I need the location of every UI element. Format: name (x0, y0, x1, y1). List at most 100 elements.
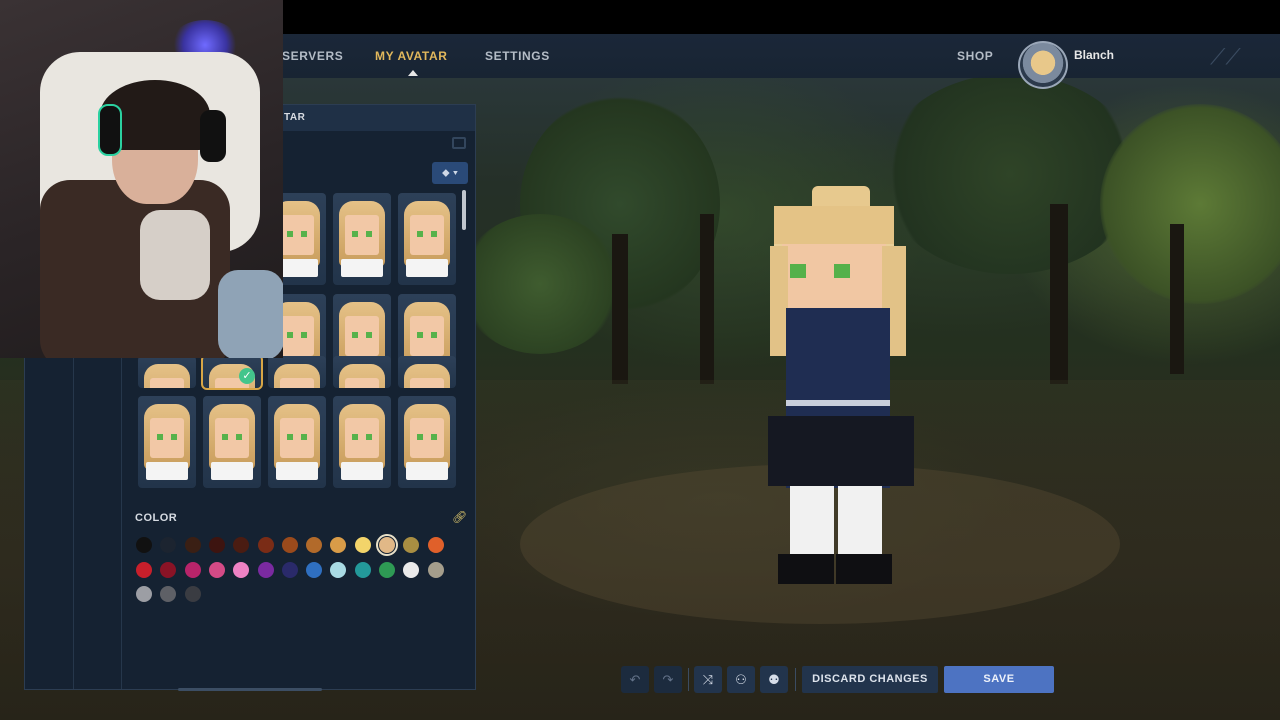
toolbar-divider (688, 668, 689, 691)
color-swatch[interactable] (184, 537, 201, 553)
tree-trunk (700, 214, 714, 384)
avatar-bangs (774, 206, 894, 244)
hair-style-option[interactable] (138, 356, 196, 388)
eye-preview (417, 231, 423, 237)
face-preview (410, 316, 444, 356)
color-swatch[interactable] (306, 561, 323, 578)
hair-style-option[interactable] (333, 356, 391, 388)
avatar-character-preview[interactable] (760, 186, 920, 596)
avatar-gloves-skirt (768, 416, 914, 486)
hair-style-option[interactable] (398, 193, 456, 285)
wardrobe-icon: ⚇ (735, 672, 747, 687)
shirt-preview (341, 259, 383, 277)
shirt-preview (211, 462, 253, 480)
link-icon[interactable]: 🔗︎ (452, 510, 467, 524)
color-swatch[interactable] (379, 561, 395, 578)
eye-preview (352, 231, 358, 237)
shirt-preview (406, 462, 448, 480)
color-swatch[interactable] (376, 534, 398, 556)
eye-preview (366, 434, 372, 440)
face-preview (345, 378, 379, 388)
face-preview (280, 316, 314, 356)
scrollbar[interactable] (462, 190, 466, 230)
color-swatch[interactable] (208, 561, 225, 578)
redo-icon: ↷ (662, 672, 674, 687)
eye-preview (352, 434, 358, 440)
redo-button[interactable]: ↷ (654, 666, 682, 693)
color-swatch[interactable] (427, 537, 444, 553)
wardrobe-lock-icon: ⚉ (768, 672, 780, 687)
color-swatch[interactable] (281, 537, 298, 553)
tree-trunk (1050, 204, 1068, 384)
eye-preview (287, 434, 293, 440)
nav-servers[interactable]: SERVERS (282, 49, 343, 63)
color-swatch[interactable] (208, 537, 225, 553)
color-swatch[interactable] (233, 561, 250, 578)
shirt-preview (406, 259, 448, 277)
checkmark-icon: ✓ (239, 368, 255, 384)
save-button[interactable]: SAVE (944, 666, 1054, 693)
color-swatch[interactable] (136, 537, 152, 553)
headset-icon (98, 104, 122, 156)
shirt-preview (276, 462, 318, 480)
hair-style-option[interactable] (203, 396, 261, 488)
face-preview (150, 418, 184, 458)
discard-changes-button[interactable]: DISCARD CHANGES (802, 666, 938, 693)
face-preview (345, 316, 379, 356)
color-swatch[interactable] (257, 561, 274, 578)
color-swatch[interactable] (136, 561, 152, 578)
eye-preview (287, 332, 293, 338)
face-preview (345, 215, 379, 255)
preset-save-button[interactable]: ⚉ (760, 666, 788, 693)
hair-style-option[interactable] (398, 396, 456, 488)
color-swatch[interactable] (354, 537, 371, 553)
eye-preview (431, 332, 437, 338)
color-swatch[interactable] (184, 586, 201, 602)
filter-dropdown-button[interactable]: ⬥ ▾ (432, 162, 468, 184)
shirt-preview (341, 462, 383, 480)
eye-preview (366, 332, 372, 338)
profile-avatar[interactable] (1018, 41, 1068, 89)
color-swatch[interactable] (427, 561, 444, 578)
hair-style-option[interactable] (268, 396, 326, 488)
lock-icon (452, 137, 466, 149)
color-swatch[interactable] (257, 537, 274, 553)
color-swatch[interactable] (160, 561, 177, 578)
webcam-overlay (0, 0, 283, 358)
panel-title: TAR (284, 112, 306, 123)
color-swatch[interactable] (354, 561, 371, 578)
avatar-left-shoe (778, 554, 834, 584)
face-preview (280, 418, 314, 458)
active-tab-indicator (408, 70, 418, 76)
eye-preview (157, 434, 163, 440)
profile-name[interactable]: Blanch (1074, 48, 1114, 62)
hair-style-option[interactable] (268, 356, 326, 388)
undo-button[interactable]: ↶ (621, 666, 649, 693)
hair-style-option[interactable]: ✓ (201, 354, 263, 390)
randomize-button[interactable]: ⤨ (694, 666, 722, 693)
shuffle-icon: ⤨ (702, 672, 714, 687)
corner-decoration-icon: ⟋⟋ (1210, 44, 1241, 69)
nav-settings[interactable]: SETTINGS (485, 49, 550, 63)
face-preview (410, 378, 444, 388)
face-preview (345, 418, 379, 458)
eye-preview (431, 434, 437, 440)
nav-shop[interactable]: SHOP (957, 49, 993, 63)
hair-style-option[interactable] (398, 356, 456, 388)
face-preview (150, 378, 184, 388)
eye-preview (417, 332, 423, 338)
tree-trunk (1170, 224, 1184, 374)
color-swatch[interactable] (306, 537, 323, 553)
avatar-right-shoe (836, 554, 892, 584)
color-swatch[interactable] (281, 561, 298, 578)
nav-my-avatar[interactable]: MY AVATAR (375, 49, 448, 63)
hair-style-option[interactable] (333, 396, 391, 488)
eye-preview (171, 434, 177, 440)
color-swatch[interactable] (184, 561, 201, 578)
preset-button[interactable]: ⚇ (727, 666, 755, 693)
color-swatch[interactable] (136, 586, 152, 602)
color-swatch[interactable] (330, 561, 347, 578)
color-swatch[interactable] (403, 561, 420, 578)
hair-style-option[interactable] (138, 396, 196, 488)
hair-style-option[interactable] (333, 193, 391, 285)
